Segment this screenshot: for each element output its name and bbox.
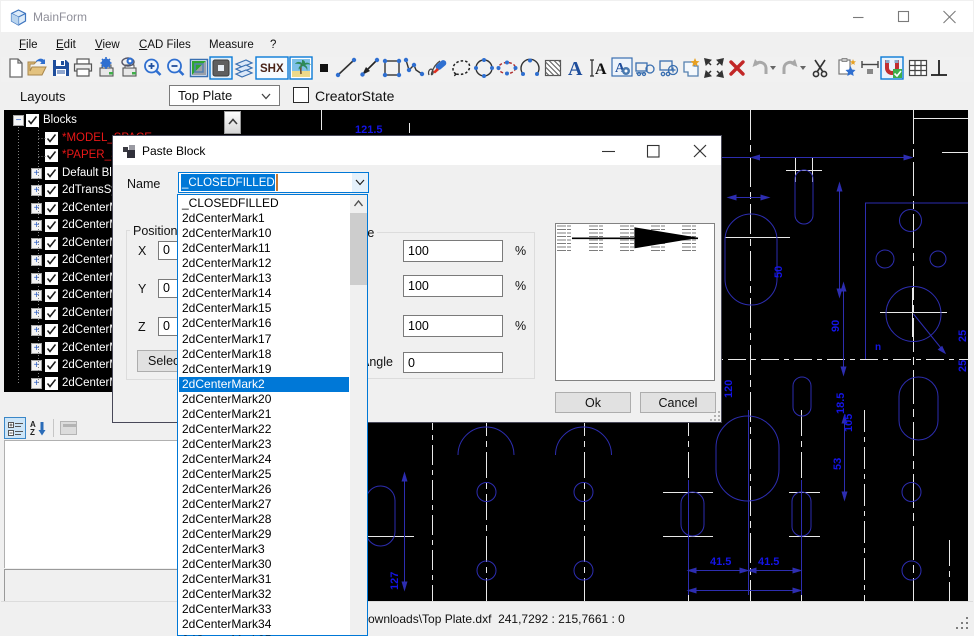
svg-text:SHX: SHX xyxy=(260,63,284,75)
svg-text:127: 127 xyxy=(389,572,401,590)
svg-text:A: A xyxy=(568,58,583,80)
svg-text:A: A xyxy=(595,61,607,78)
svg-text:120: 120 xyxy=(723,380,735,398)
svg-text:105: 105 xyxy=(843,414,855,432)
svg-text:41.5: 41.5 xyxy=(710,556,731,568)
svg-text:41.5: 41.5 xyxy=(758,556,779,568)
svg-text:50: 50 xyxy=(773,266,785,278)
svg-text:25: 25 xyxy=(957,360,968,372)
svg-text:53: 53 xyxy=(832,458,844,470)
svg-text:18.5: 18.5 xyxy=(835,393,847,414)
svg-text:25: 25 xyxy=(957,330,968,342)
svg-text:90: 90 xyxy=(830,320,842,332)
svg-text:n: n xyxy=(875,342,881,353)
svg-text:Z: Z xyxy=(30,428,35,437)
